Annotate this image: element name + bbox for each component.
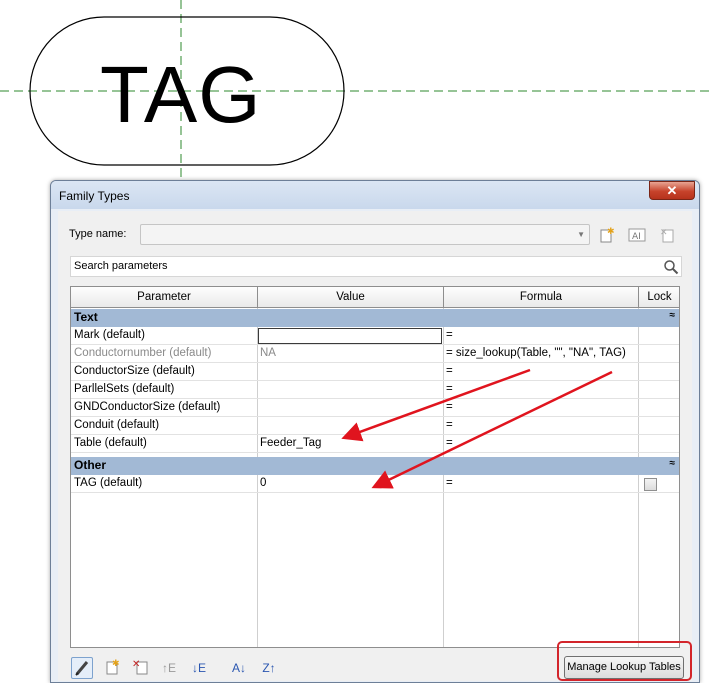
table-row[interactable]: ConductorSize (default) =	[71, 363, 679, 381]
manage-lookup-tables-button[interactable]: Manage Lookup Tables	[564, 656, 684, 679]
parameter-name: Table (default)	[74, 437, 147, 449]
formula-cell[interactable]: =	[443, 399, 638, 417]
move-up-icon[interactable]: ↑E	[158, 657, 180, 679]
new-type-icon[interactable]: ✱	[598, 226, 616, 244]
svg-text:AI: AI	[632, 232, 641, 242]
dialog-title: Family Types	[59, 189, 130, 203]
svg-text:✱: ✱	[112, 659, 120, 669]
chevron-down-icon[interactable]: ▼	[577, 230, 585, 239]
value-input[interactable]	[258, 328, 442, 344]
new-parameter-icon[interactable]: ✱	[101, 657, 123, 679]
sort-ascending-icon[interactable]: A↓	[228, 657, 250, 679]
group-label: Other	[74, 458, 107, 472]
parameter-name: Conductornumber (default)	[74, 347, 212, 359]
column-header-lock[interactable]: Lock	[639, 287, 680, 308]
search-input[interactable]: Search parameters	[70, 256, 682, 277]
value-cell[interactable]: Feeder_Tag	[257, 435, 443, 453]
collapse-icon[interactable]: ≈	[670, 310, 676, 321]
svg-text:✱: ✱	[607, 227, 615, 237]
column-header-value[interactable]: Value	[258, 287, 444, 308]
search-icon[interactable]	[663, 259, 679, 275]
rename-type-icon[interactable]: AI	[628, 226, 646, 244]
type-name-label: Type name:	[69, 228, 127, 240]
grid-header: Parameter Value Formula Lock	[71, 287, 679, 308]
table-row[interactable]: Table (default) Feeder_Tag =	[71, 435, 679, 453]
value-cell[interactable]	[257, 417, 443, 435]
dialog-body: Type name: ▼ ✱ AI ✕ Search parameters Pa…	[58, 211, 692, 681]
column-header-formula[interactable]: Formula	[444, 287, 639, 308]
group-header-text[interactable]: Text ≈	[71, 309, 679, 327]
close-button[interactable]: ✕	[649, 181, 695, 200]
formula-cell[interactable]: =	[443, 417, 638, 435]
value-cell[interactable]	[257, 399, 443, 417]
formula-cell[interactable]: =	[443, 475, 638, 493]
value-cell[interactable]: NA	[257, 345, 443, 363]
parameter-name: ParllelSets (default)	[74, 383, 175, 395]
svg-text:✕: ✕	[132, 659, 140, 670]
tag-label: TAG	[100, 50, 262, 139]
value-cell[interactable]	[257, 381, 443, 399]
formula-cell[interactable]: = size_lookup(Table, "", "NA", TAG)	[443, 345, 638, 363]
svg-text:✕: ✕	[660, 228, 668, 238]
value-cell[interactable]	[257, 363, 443, 381]
formula-cell[interactable]: =	[443, 363, 638, 381]
table-row[interactable]: Conduit (default) =	[71, 417, 679, 435]
parameter-name: Mark (default)	[74, 329, 145, 341]
formula-cell[interactable]: =	[443, 435, 638, 453]
value-cell[interactable]: 0	[257, 475, 443, 493]
move-down-icon[interactable]: ↓E	[188, 657, 210, 679]
formula-cell[interactable]: =	[443, 381, 638, 399]
family-types-dialog: Family Types ✕ Type name: ▼ ✱ AI ✕ Searc…	[50, 180, 700, 683]
parameters-grid: Parameter Value Formula Lock Text ≈ Mark…	[70, 286, 680, 648]
sort-descending-icon[interactable]: Z↑	[258, 657, 280, 679]
table-row[interactable]: Conductornumber (default) NA = size_look…	[71, 345, 679, 363]
parameter-name: ConductorSize (default)	[74, 365, 195, 377]
delete-type-icon[interactable]: ✕	[658, 226, 676, 244]
table-row[interactable]: TAG (default) 0 =	[71, 475, 679, 493]
group-header-other[interactable]: Other ≈	[71, 457, 679, 475]
parameter-name: Conduit (default)	[74, 419, 160, 431]
table-row[interactable]: GNDConductorSize (default) =	[71, 399, 679, 417]
collapse-icon[interactable]: ≈	[670, 458, 676, 469]
parameter-name: TAG (default)	[74, 477, 143, 489]
edit-parameter-icon[interactable]	[71, 657, 93, 679]
table-row[interactable]: ParllelSets (default) =	[71, 381, 679, 399]
formula-cell[interactable]: =	[443, 327, 638, 345]
search-placeholder: Search parameters	[74, 260, 168, 272]
column-header-parameter[interactable]: Parameter	[71, 287, 258, 308]
dialog-titlebar[interactable]: Family Types ✕	[51, 181, 699, 209]
parameter-name: GNDConductorSize (default)	[74, 401, 221, 413]
group-label: Text	[74, 310, 98, 324]
delete-parameter-icon[interactable]: ✕	[130, 657, 152, 679]
table-row[interactable]: Mark (default) =	[71, 327, 679, 345]
type-name-dropdown[interactable]: ▼	[140, 224, 590, 245]
lock-checkbox[interactable]	[644, 478, 657, 491]
